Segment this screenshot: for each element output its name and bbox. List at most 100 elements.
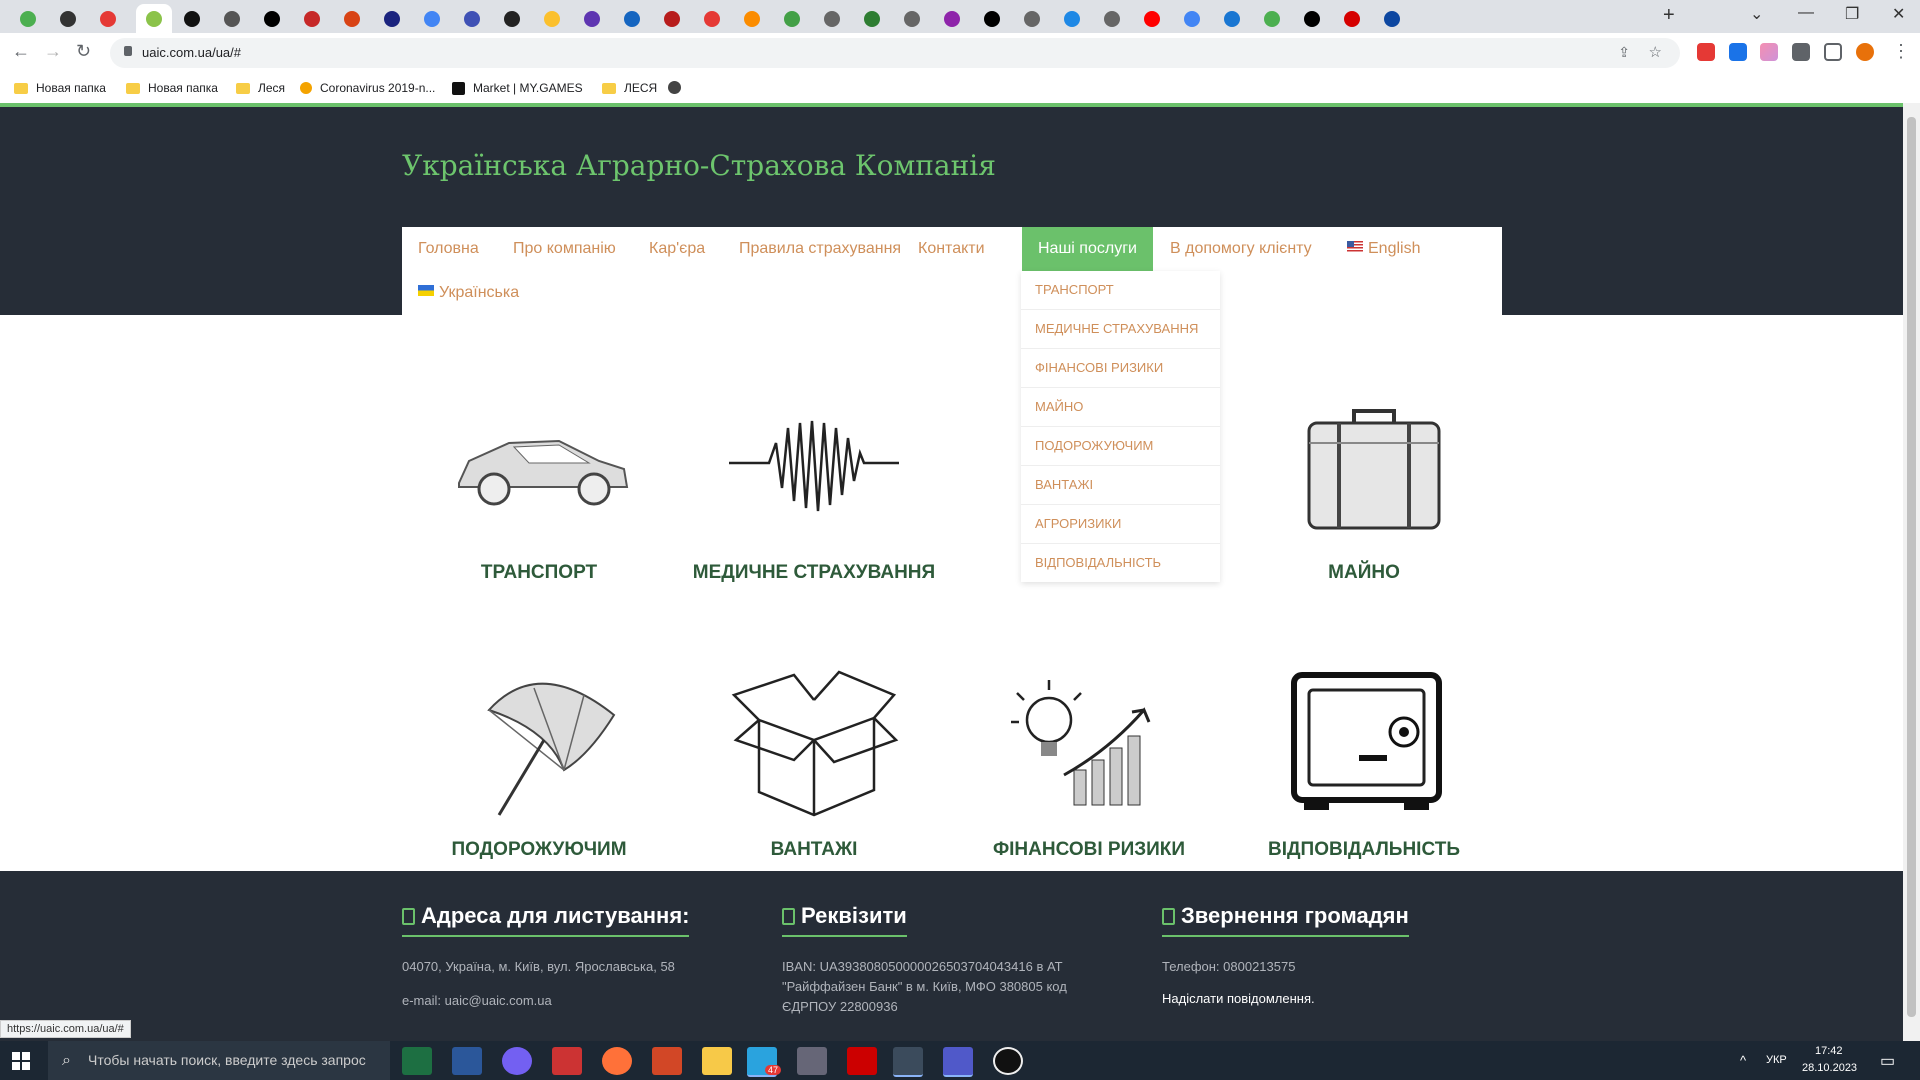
nav-rules[interactable]: Правила страхування <box>723 227 917 271</box>
forward-button[interactable]: → <box>44 42 62 60</box>
browser-tab[interactable] <box>1380 6 1402 28</box>
dropdown-item-transport[interactable]: ТРАНСПОРТ <box>1021 271 1220 310</box>
browser-tab[interactable] <box>340 6 362 28</box>
bookmark-item[interactable]: Новая папка <box>126 81 218 95</box>
browser-tab[interactable] <box>1100 6 1122 28</box>
tray-chevron-icon[interactable]: ^ <box>1740 1053 1746 1068</box>
browser-tab[interactable] <box>1140 6 1162 28</box>
adblock-icon[interactable] <box>1697 43 1715 61</box>
browser-tab[interactable] <box>900 6 922 28</box>
site-title[interactable]: Українська Аграрно-Страхова Компанія <box>402 149 996 182</box>
browser-tab[interactable] <box>820 6 842 28</box>
browser-tab[interactable] <box>1300 6 1322 28</box>
telegram-icon[interactable]: 47 <box>747 1047 781 1077</box>
shield-extension-icon[interactable] <box>1729 43 1747 61</box>
browser-tab[interactable] <box>580 6 602 28</box>
browser-tab[interactable] <box>1180 6 1202 28</box>
nav-services[interactable]: Наші послуги <box>1022 227 1153 271</box>
side-panel-icon[interactable] <box>1824 43 1842 61</box>
tab-search-icon[interactable]: ⌄ <box>1750 4 1763 24</box>
bookmark-item[interactable]: Леся <box>236 81 285 95</box>
nav-contacts[interactable]: Контакти <box>902 227 1001 271</box>
service-medical[interactable]: МЕДИЧНЕ СТРАХУВАННЯ <box>679 383 949 584</box>
service-property[interactable]: МАЙНО <box>1229 383 1499 584</box>
bookmark-item[interactable]: Новая папка <box>14 81 106 95</box>
browser-tab[interactable] <box>300 6 322 28</box>
browser-tab[interactable] <box>500 6 522 28</box>
page-scrollbar[interactable] <box>1903 103 1920 1041</box>
browser-tab[interactable] <box>16 6 38 28</box>
nav-about[interactable]: Про компанію <box>497 227 632 271</box>
profile-avatar[interactable] <box>1856 43 1874 61</box>
extensions-puzzle-icon[interactable] <box>1792 43 1810 61</box>
bookmark-item[interactable]: Coronavirus 2019-n... <box>300 81 435 95</box>
browser-tab[interactable] <box>620 6 642 28</box>
browser-tab[interactable] <box>740 6 762 28</box>
acrobat-icon[interactable] <box>847 1047 877 1075</box>
browser-tab[interactable] <box>260 6 282 28</box>
dropdown-item-agro[interactable]: АГРОРИЗИКИ <box>1021 505 1220 544</box>
file-explorer-icon[interactable] <box>702 1047 732 1075</box>
chrome-icon[interactable] <box>893 1047 923 1077</box>
nav-home[interactable]: Головна <box>402 227 495 271</box>
viber-icon[interactable] <box>502 1047 532 1075</box>
word-icon[interactable] <box>452 1047 482 1075</box>
dropdown-item-medical[interactable]: МЕДИЧНЕ СТРАХУВАННЯ <box>1021 310 1220 349</box>
browser-tab[interactable] <box>96 6 118 28</box>
clock-time[interactable]: 17:42 <box>1815 1045 1843 1057</box>
browser-tab[interactable] <box>780 6 802 28</box>
browser-tab[interactable] <box>1020 6 1042 28</box>
browser-tab[interactable] <box>980 6 1002 28</box>
service-travel[interactable]: ПОДОРОЖУЮЧИМ <box>404 660 674 861</box>
browser-tab[interactable] <box>460 6 482 28</box>
browser-tab[interactable] <box>1260 6 1282 28</box>
share-icon[interactable]: ⇪ <box>1618 44 1630 61</box>
dropdown-item-cargo[interactable]: ВАНТАЖІ <box>1021 466 1220 505</box>
minimize-button[interactable]: — <box>1798 4 1814 22</box>
bookmark-item[interactable] <box>668 81 681 94</box>
browser-tab[interactable] <box>1340 6 1362 28</box>
windows-start-icon[interactable] <box>12 1052 30 1070</box>
nav-english[interactable]: English <box>1331 227 1436 271</box>
browser-tab[interactable] <box>220 6 242 28</box>
service-financial[interactable]: ФІНАНСОВІ РИЗИКИ <box>954 660 1224 861</box>
app-icon[interactable] <box>797 1047 827 1075</box>
browser-tab[interactable] <box>420 6 442 28</box>
browser-tab[interactable] <box>660 6 682 28</box>
bookmark-star-icon[interactable]: ☆ <box>1649 43 1662 61</box>
notifications-icon[interactable]: ▭ <box>1880 1051 1895 1071</box>
address-bar[interactable]: uaic.com.ua/ua/# ⇪ ☆ <box>110 38 1680 68</box>
dropdown-item-travel[interactable]: ПОДОРОЖУЮЧИМ <box>1021 427 1220 466</box>
back-button[interactable]: ← <box>12 42 30 60</box>
browser-tab[interactable] <box>700 6 722 28</box>
dropdown-item-financial[interactable]: ФІНАНСОВІ РИЗИКИ <box>1021 349 1220 388</box>
nav-help[interactable]: В допомогу клієнту <box>1154 227 1328 271</box>
browser-tab[interactable] <box>540 6 562 28</box>
bookmark-item[interactable]: ЛЕСЯ <box>602 81 657 95</box>
service-liability[interactable]: ВІДПОВІДАЛЬНІСТЬ <box>1229 660 1499 861</box>
service-transport[interactable]: ТРАНСПОРТ <box>404 383 674 584</box>
scrollbar-thumb[interactable] <box>1907 117 1916 1017</box>
menu-kebab-icon[interactable]: ⋮ <box>1892 42 1910 60</box>
firefox-icon[interactable] <box>602 1047 632 1075</box>
record-icon[interactable] <box>993 1047 1023 1075</box>
bookmark-item[interactable]: Market | MY.GAMES <box>452 81 583 95</box>
teams-icon[interactable] <box>943 1047 973 1077</box>
language-indicator[interactable]: УКР <box>1766 1054 1787 1066</box>
nav-career[interactable]: Кар'єра <box>633 227 721 271</box>
reload-button[interactable]: ↻ <box>76 42 91 60</box>
nav-ukrainian[interactable]: Українська <box>402 271 535 315</box>
browser-tab[interactable] <box>1220 6 1242 28</box>
browser-tab[interactable] <box>380 6 402 28</box>
new-tab-button[interactable]: + <box>1663 5 1675 25</box>
powerpoint-icon[interactable] <box>652 1047 682 1075</box>
extension-icon[interactable] <box>1760 43 1778 61</box>
close-window-button[interactable]: ✕ <box>1892 4 1905 24</box>
dropdown-item-liability[interactable]: ВІДПОВІДАЛЬНІСТЬ <box>1021 544 1220 582</box>
maximize-button[interactable]: ❐ <box>1845 4 1859 24</box>
browser-tab[interactable] <box>940 6 962 28</box>
excel-icon[interactable] <box>402 1047 432 1075</box>
browser-tab[interactable] <box>56 6 78 28</box>
dropdown-item-property[interactable]: МАЙНО <box>1021 388 1220 427</box>
browser-tab[interactable] <box>1060 6 1082 28</box>
